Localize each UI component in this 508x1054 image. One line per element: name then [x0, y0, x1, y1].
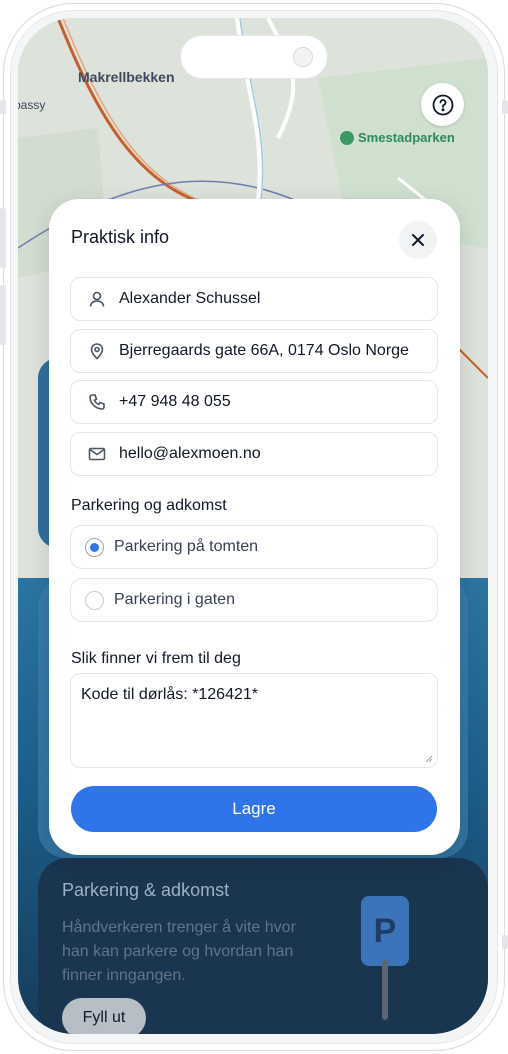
parking-option-street[interactable]: Parkering i gaten — [70, 578, 438, 622]
side-button — [0, 285, 6, 345]
close-icon — [412, 234, 424, 246]
close-button[interactable] — [399, 221, 437, 259]
parking-card-title: Parkering & adkomst — [62, 880, 230, 900]
parking-card-description: Håndverkeren trenger å vite hvor han kan… — [62, 919, 296, 984]
email-field[interactable]: hello@alexmoen.no — [70, 432, 438, 476]
parking-sign-icon: P — [361, 896, 409, 966]
save-button[interactable]: Lagre — [71, 786, 437, 832]
parking-section-label: Parkering og adkomst — [71, 497, 227, 514]
directions-label: Slik finner vi frem til deg — [71, 650, 241, 667]
park-pin-icon — [340, 130, 354, 145]
parking-access-card: Parkering & adkomst Håndverkeren trenger… — [38, 858, 488, 1034]
address-value: Bjerregaards gate 66A, 0174 Oslo Norge — [119, 342, 409, 359]
address-field[interactable]: Bjerregaards gate 66A, 0174 Oslo Norge — [70, 329, 438, 373]
location-pin-icon — [87, 341, 107, 361]
modal-title: Praktisk info — [71, 227, 170, 247]
mail-icon — [87, 444, 107, 464]
parking-option-property[interactable]: Parkering på tomten — [70, 525, 438, 569]
side-button — [502, 935, 508, 949]
fill-out-button[interactable]: Fyll ut — [62, 998, 146, 1034]
name-value: Alexander Schussel — [119, 290, 261, 307]
phone-icon — [87, 392, 107, 412]
parking-option-label: Parkering på tomten — [114, 538, 259, 555]
parking-option-label: Parkering i gaten — [114, 591, 235, 608]
email-value: hello@alexmoen.no — [119, 445, 261, 462]
camera-icon — [293, 47, 313, 67]
side-button — [0, 208, 6, 268]
help-button[interactable] — [421, 83, 464, 126]
practical-info-modal: Praktisk info Alexander Schussel Bjerreg… — [49, 199, 460, 855]
directions-textarea[interactable]: Kode til dørlås: *126421* — [70, 673, 438, 768]
side-button — [502, 100, 508, 114]
map-label-smestadparken: Smestadparken — [340, 130, 455, 145]
map-label-makrellbekken: Makrellbekken — [78, 69, 175, 85]
phone-field[interactable]: +47 948 48 055 — [70, 380, 438, 424]
parking-sign-letter: P — [373, 911, 397, 950]
directions-value: Kode til dørlås: *126421* — [81, 686, 258, 703]
resize-grip-icon[interactable] — [423, 753, 433, 763]
name-field[interactable]: Alexander Schussel — [70, 277, 438, 321]
user-icon — [87, 289, 107, 309]
parking-sign-post — [382, 960, 388, 1020]
phone-value: +47 948 48 055 — [119, 393, 231, 410]
question-circle-icon — [432, 94, 453, 115]
radio-unchecked-icon[interactable] — [85, 590, 104, 610]
map-label-passy: passy — [18, 98, 46, 112]
radio-checked-icon[interactable] — [85, 537, 104, 557]
dynamic-island — [181, 36, 327, 78]
park-label-text: Smestadparken — [358, 130, 455, 145]
side-button — [0, 100, 6, 114]
